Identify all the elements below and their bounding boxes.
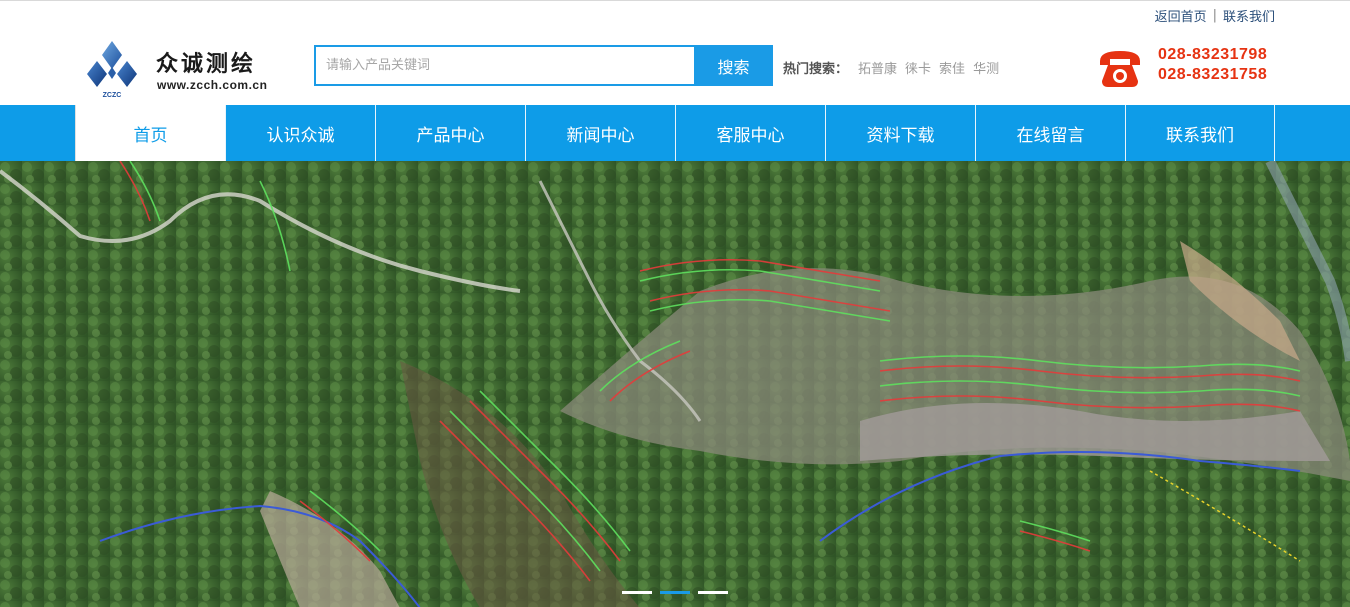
carousel-dot-active[interactable] — [660, 591, 690, 594]
nav-item-service[interactable]: 客服中心 — [675, 105, 825, 161]
search-button[interactable]: 搜索 — [694, 45, 773, 86]
phone-numbers: 028-83231798 028-83231758 — [1158, 45, 1267, 85]
nav-item-products[interactable]: 产品中心 — [375, 105, 525, 161]
hot-search-label: 热门搜索： — [783, 62, 849, 77]
nav-item-about[interactable]: 认识众诚 — [225, 105, 375, 161]
site-logo[interactable]: ZCZC 众诚测绘 www.zcch.com.cn — [82, 41, 282, 101]
hot-search-item[interactable]: 索佳 — [939, 58, 965, 77]
carousel-dot[interactable] — [698, 591, 728, 594]
search-input[interactable] — [314, 45, 694, 86]
logo-mark-icon: ZCZC — [87, 41, 137, 99]
hot-search: 热门搜索： 拓普康 徕卡 索佳 华测 — [783, 58, 999, 77]
carousel-indicators — [622, 591, 728, 594]
logo-mark-text: ZCZC — [103, 92, 122, 99]
top-links-separator: | — [1212, 8, 1217, 23]
carousel-dot[interactable] — [622, 591, 652, 594]
aerial-terrain-image — [0, 161, 1350, 607]
contact-link[interactable]: 联系我们 — [1223, 6, 1275, 25]
hero-banner[interactable] — [0, 161, 1350, 607]
nav-item-news[interactable]: 新闻中心 — [525, 105, 675, 161]
nav-item-contact[interactable]: 联系我们 — [1125, 105, 1275, 161]
nav-item-downloads[interactable]: 资料下载 — [825, 105, 975, 161]
top-links: 返回首页 | 联系我们 — [1155, 6, 1275, 25]
phone-number: 028-83231758 — [1158, 66, 1268, 83]
hot-search-item[interactable]: 徕卡 — [905, 58, 931, 77]
brand-name: 众诚测绘 — [156, 52, 257, 77]
telephone-icon — [1100, 51, 1140, 87]
phone-number: 028-83231798 — [1158, 46, 1268, 63]
home-link[interactable]: 返回首页 — [1155, 6, 1207, 25]
hot-search-item[interactable]: 华测 — [973, 58, 999, 77]
phone-contact: 028-83231798 028-83231758 — [1096, 45, 1276, 91]
nav-item-message[interactable]: 在线留言 — [975, 105, 1125, 161]
main-nav: 首页 认识众诚 产品中心 新闻中心 客服中心 资料下载 在线留言 联系我们 — [0, 105, 1350, 161]
brand-url: www.zcch.com.cn — [157, 78, 268, 92]
nav-item-home[interactable]: 首页 — [75, 105, 225, 161]
hot-search-item[interactable]: 拓普康 — [858, 58, 897, 77]
search-bar: 搜索 — [314, 45, 773, 86]
